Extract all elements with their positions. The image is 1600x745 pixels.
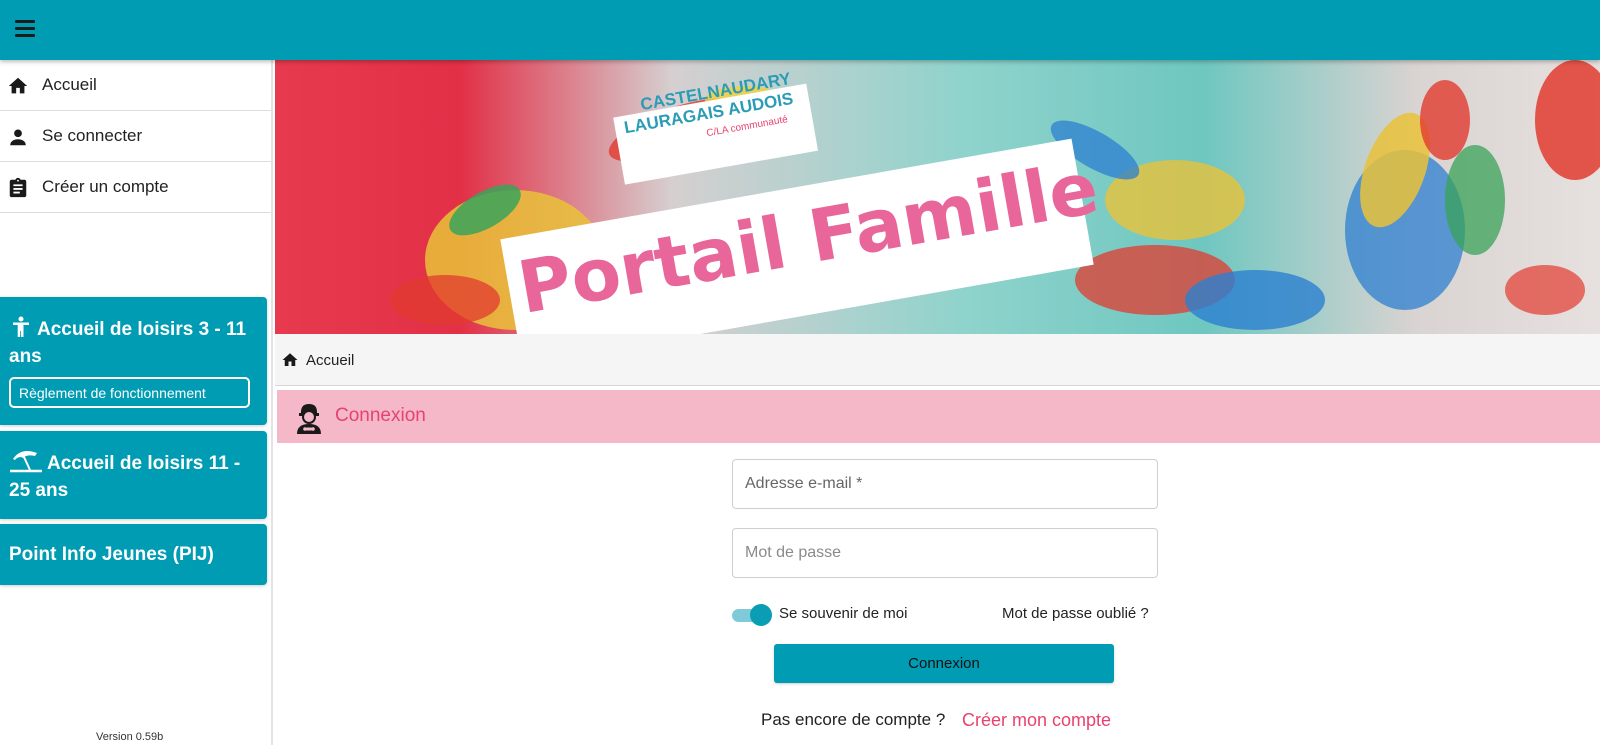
top-app-bar [0,0,1600,60]
password-field [732,528,1158,578]
login-panel-header: Connexion [277,390,1600,443]
clipboard-icon [9,177,27,198]
remember-me-toggle[interactable] [732,604,772,626]
no-account-text: Pas encore de compte ? [761,710,946,729]
create-account-link[interactable]: Créer mon compte [962,710,1111,731]
home-icon[interactable] [281,351,299,369]
sidebar-item-label: Créer un compte [42,177,169,196]
card-title-wrap: Accueil de loisirs 3 - 11 ans [9,315,259,370]
breadcrumb-accueil[interactable]: Accueil [306,352,354,369]
sidebar: Accueil Se connecter Créer un compte Acc… [0,60,273,745]
portail-famille-banner: CASTELNAUDARY LAURAGAIS AUDOIS C/LA comm… [275,60,1600,334]
sidebar-item-label: Accueil [42,75,97,94]
card-title-wrap: Accueil de loisirs 11 - 25 ans [9,447,259,504]
password-input[interactable] [745,529,1145,577]
login-button[interactable]: Connexion [774,644,1114,683]
reglement-button[interactable]: Règlement de fonctionnement [9,377,250,408]
hamburger-menu-icon[interactable] [12,16,38,42]
remember-me-label[interactable]: Se souvenir de moi [779,605,907,622]
card-accueil-loisirs-11-25[interactable]: Accueil de loisirs 11 - 25 ans [0,431,267,519]
main-content: CASTELNAUDARY LAURAGAIS AUDOIS C/LA comm… [275,60,1600,745]
person-icon [10,129,26,146]
login-title: Connexion [335,405,426,426]
breadcrumb: Accueil [275,334,1600,386]
card-title: Accueil de loisirs 11 - 25 ans [9,453,241,501]
email-field [732,459,1158,509]
version-label: Version 0.59b [96,731,164,743]
toggle-thumb [750,604,772,626]
sidebar-item-creer-compte[interactable]: Créer un compte [0,162,271,213]
card-title: Point Info Jeunes (PIJ) [9,544,214,565]
forgot-password-link[interactable]: Mot de passe oublié ? [1002,605,1149,622]
card-point-info-jeunes[interactable]: Point Info Jeunes (PIJ) [0,524,267,585]
email-input[interactable] [745,460,1145,508]
sidebar-item-se-connecter[interactable]: Se connecter [0,111,271,162]
card-accueil-loisirs-3-11[interactable]: Accueil de loisirs 3 - 11 ans Règlement … [0,297,267,425]
card-title: Accueil de loisirs 3 - 11 ans [9,319,247,367]
child-icon [13,316,29,337]
beach-umbrella-icon [10,451,42,473]
user-secret-icon [297,404,321,434]
sidebar-item-accueil[interactable]: Accueil [0,60,271,111]
sidebar-item-label: Se connecter [42,126,143,145]
home-icon [8,77,28,94]
